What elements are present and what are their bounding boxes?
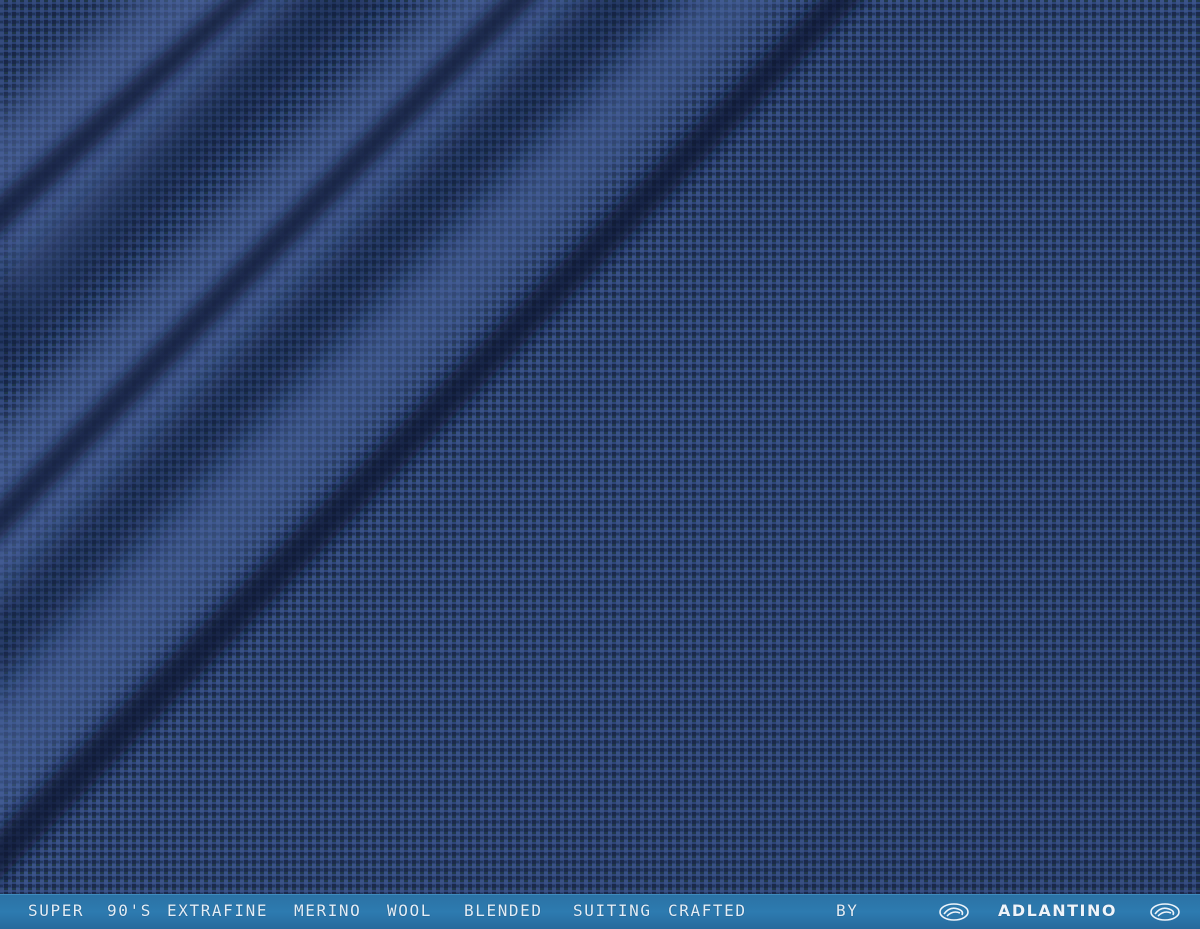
selvedge-word: BLENDED [464, 901, 543, 920]
fabric-photo [0, 0, 1200, 929]
selvedge-word: SUPER [28, 901, 85, 920]
selvedge-band: SUPER 90'S EXTRAFINE MERINO WOOL BLENDED… [0, 894, 1200, 929]
selvedge-word: MERINO [294, 901, 362, 920]
selvedge-word: SUITING [573, 901, 652, 920]
selvedge-word: CRAFTED [668, 901, 747, 920]
fabric-texture [0, 0, 1200, 929]
woven-swirl-icon [1150, 903, 1180, 921]
selvedge-word: EXTRAFINE [167, 901, 269, 920]
brand-name: ADLANTINO [998, 901, 1117, 920]
selvedge-word: 90'S [107, 901, 152, 920]
selvedge-word: BY [836, 901, 859, 920]
selvedge-word: WOOL [387, 901, 432, 920]
woven-swirl-icon [939, 903, 969, 921]
